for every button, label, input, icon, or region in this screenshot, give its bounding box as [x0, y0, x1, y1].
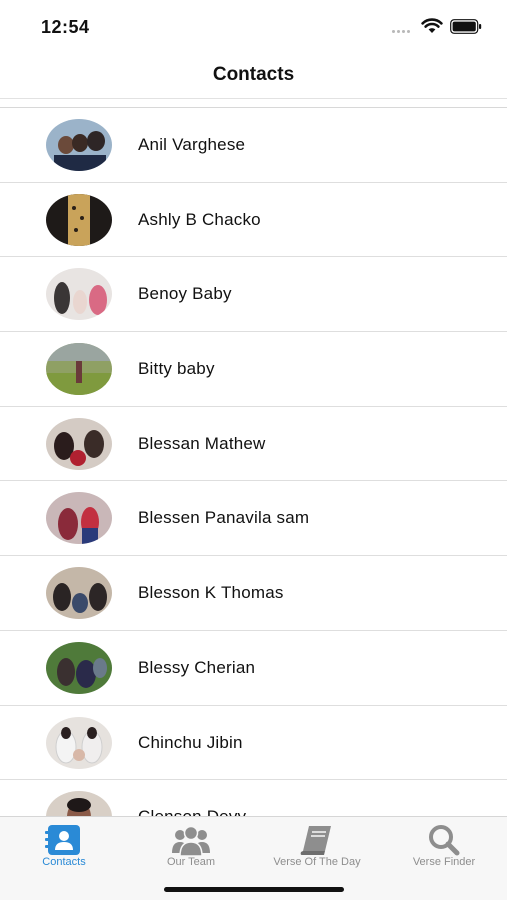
contact-avatar	[46, 343, 112, 396]
contact-row[interactable]: Bitty baby	[0, 332, 507, 407]
contact-name: Bitty baby	[138, 359, 215, 379]
tab-label: Verse Finder	[412, 856, 476, 868]
tab-verse-of-the-day[interactable]: Verse Of The Day	[254, 817, 380, 873]
battery-icon	[450, 19, 482, 34]
status-time: 12:54	[41, 17, 90, 37]
contact-avatar	[46, 417, 112, 470]
contact-avatar	[46, 641, 112, 694]
contact-name: Chinchu Jibin	[138, 732, 243, 752]
tab-bar: Contacts Our Team Verse Of The Day Verse…	[0, 816, 507, 900]
contact-row[interactable]: Blessen Panavila sam	[0, 481, 507, 557]
wifi-icon	[421, 18, 443, 33]
contact-row[interactable]: Ashly B Chacko	[0, 183, 507, 258]
navigation-bar: Contacts	[0, 52, 507, 99]
contact-avatar	[46, 193, 112, 246]
status-bar: 12:54	[0, 0, 507, 52]
search-icon	[429, 825, 460, 856]
tab-our-team[interactable]: Our Team	[128, 817, 254, 873]
contact-avatar	[46, 119, 112, 171]
tab-label: Contacts	[42, 856, 86, 868]
contact-avatar	[46, 567, 112, 620]
contact-avatar	[46, 268, 112, 321]
contact-name: Blessen Panavila sam	[138, 508, 310, 528]
contact-row[interactable]: Benoy Baby	[0, 257, 507, 333]
tab-contacts[interactable]: Contacts	[1, 817, 127, 873]
contact-name: Blessan Mathew	[138, 433, 266, 453]
home-indicator	[164, 887, 344, 892]
contact-avatar	[46, 492, 112, 545]
contact-name: Ashly B Chacko	[138, 209, 261, 229]
tab-label: Our Team	[166, 856, 216, 868]
contact-row[interactable]: Anil Varghese	[0, 108, 507, 183]
book-icon	[300, 826, 331, 855]
contact-name: Benoy Baby	[138, 284, 232, 304]
contact-list[interactable]: Anil Varghese Ashly B Chacko Benoy Baby …	[0, 107, 507, 816]
contact-row[interactable]: Blessan Mathew	[0, 407, 507, 482]
contact-row[interactable]: Blesson K Thomas	[0, 556, 507, 631]
contact-row[interactable]: Clenson Devy	[0, 780, 507, 816]
contact-name: Blesson K Thomas	[138, 583, 284, 603]
contact-name: Blessy Cherian	[138, 657, 256, 677]
page-title: Contacts	[212, 64, 295, 85]
contact-avatar	[46, 716, 112, 769]
group-icon	[172, 825, 210, 857]
tab-verse-finder[interactable]: Verse Finder	[381, 817, 507, 873]
contact-row[interactable]: Blessy Cherian	[0, 631, 507, 706]
tab-label: Verse Of The Day	[273, 856, 361, 868]
contact-name: Clenson Devy	[138, 807, 246, 816]
contact-row[interactable]: Chinchu Jibin	[0, 706, 507, 781]
contact-avatar	[46, 791, 112, 816]
contact-name: Anil Varghese	[138, 135, 246, 154]
contact-book-icon	[45, 825, 80, 855]
cellular-signal-icon	[392, 30, 410, 33]
